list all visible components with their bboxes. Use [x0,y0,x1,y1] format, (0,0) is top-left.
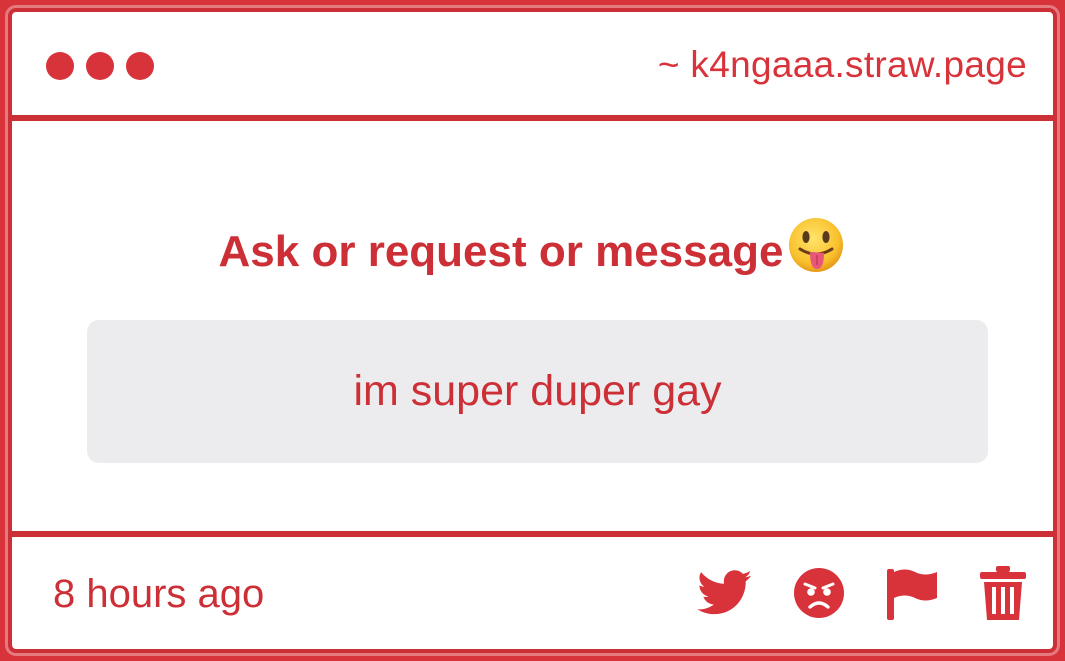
message-card: ~ k4ngaaa.straw.page Ask or request or m… [8,8,1057,653]
message-box: im super duper gay [87,320,988,463]
message-text: im super duper gay [353,367,722,415]
twitter-icon[interactable] [697,570,753,616]
window-title-bar: ~ k4ngaaa.straw.page [12,12,1053,121]
window-dot-2[interactable] [86,52,114,80]
prompt-heading: Ask or request or message [12,218,1053,290]
window-controls [46,52,154,80]
angry-face-icon[interactable] [793,567,845,619]
card-body: Ask or request or message im super duper… [12,121,1053,530]
card-footer: 8 hours ago [12,531,1053,649]
trash-icon[interactable] [979,565,1027,621]
window-dot-3[interactable] [126,52,154,80]
prompt-text: Ask or request or message [218,227,784,277]
site-address[interactable]: ~ k4ngaaa.straw.page [658,44,1027,86]
window-dot-1[interactable] [46,52,74,80]
action-icons [697,565,1027,621]
flag-icon[interactable] [885,565,939,621]
timestamp: 8 hours ago [53,572,265,616]
tongue-face-emoji-icon [786,215,846,286]
